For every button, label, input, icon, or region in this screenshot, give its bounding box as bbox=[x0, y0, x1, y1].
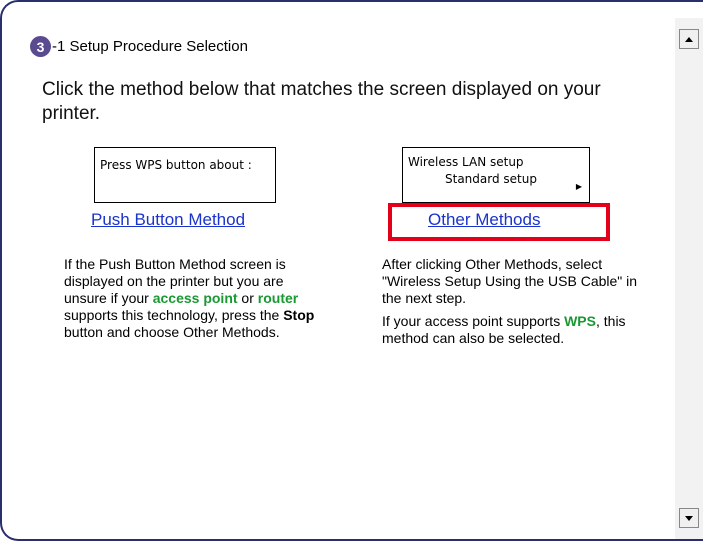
screen-preview-line1: Wireless LAN setup bbox=[408, 155, 524, 169]
step-header: 3 -1 Setup Procedure Selection bbox=[30, 36, 248, 57]
screen-preview-text: Press WPS button about : bbox=[100, 158, 252, 172]
other-methods-description: After clicking Other Methods, select "Wi… bbox=[382, 256, 642, 347]
screen-preview-line2: Standard setup bbox=[445, 172, 537, 186]
push-button-method-link[interactable]: Push Button Method bbox=[91, 210, 245, 230]
right-arrow-icon: ▶ bbox=[575, 182, 582, 191]
scroll-down-button[interactable] bbox=[679, 508, 699, 528]
other-methods-description-para2: If your access point supports WPS, this … bbox=[382, 313, 626, 346]
setup-panel: 3 -1 Setup Procedure Selection Click the… bbox=[0, 0, 703, 541]
other-methods-link[interactable]: Other Methods bbox=[428, 210, 540, 230]
step-number-badge: 3 bbox=[30, 36, 51, 57]
stop-term: Stop bbox=[283, 307, 315, 323]
scroll-down-arrow-icon bbox=[685, 515, 693, 521]
scroll-up-button[interactable] bbox=[679, 29, 699, 49]
other-methods-screen-preview: Wireless LAN setup Standard setup ▶ bbox=[402, 147, 590, 203]
other-methods-description-para1: After clicking Other Methods, select "Wi… bbox=[382, 256, 638, 306]
wps-term: WPS bbox=[564, 313, 596, 329]
scroll-up-arrow-icon bbox=[685, 36, 693, 42]
step-title: -1 Setup Procedure Selection bbox=[52, 38, 248, 55]
vertical-scrollbar[interactable] bbox=[675, 18, 703, 539]
access-point-term: access point bbox=[152, 290, 238, 306]
push-button-description: If the Push Button Method screen is disp… bbox=[64, 256, 315, 340]
push-button-screen-preview: Press WPS button about : bbox=[94, 147, 276, 203]
instruction-text: Click the method below that matches the … bbox=[42, 79, 601, 124]
router-term: router bbox=[257, 290, 299, 306]
